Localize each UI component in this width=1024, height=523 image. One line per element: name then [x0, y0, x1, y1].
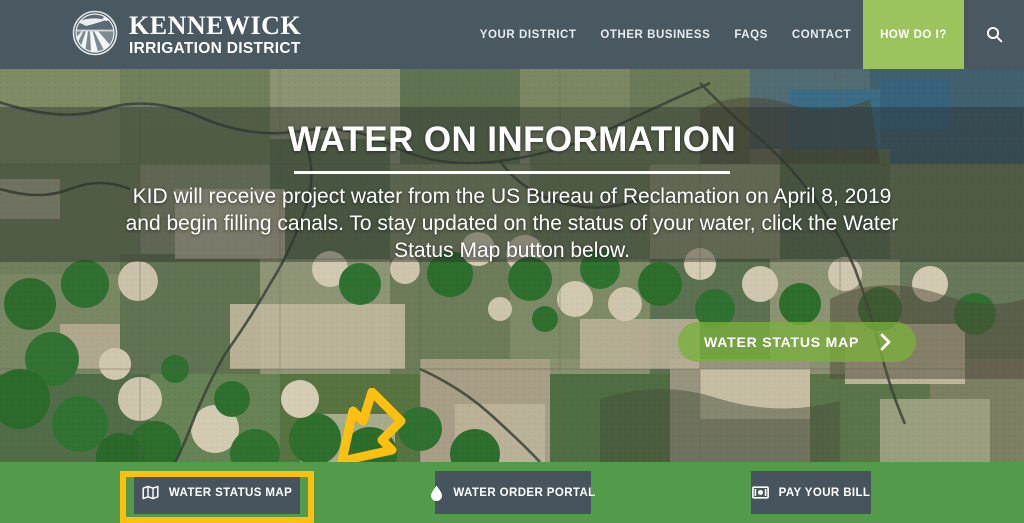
nav-item-contact[interactable]: CONTACT: [780, 0, 863, 69]
page-title: WATER ON INFORMATION: [287, 120, 737, 159]
nav-item-other-business[interactable]: OTHER BUSINESS: [588, 0, 722, 69]
chevron-right-icon: [879, 333, 892, 351]
nav-item-how-do-i[interactable]: HOW DO I?: [863, 0, 964, 69]
hero-section: WATER ON INFORMATION KID will receive pr…: [0, 69, 1024, 462]
hero-water-status-map-button[interactable]: WATER STATUS MAP: [678, 322, 917, 362]
page-root: KENNEWICK IRRIGATION DISTRICT YOUR DISTR…: [0, 0, 1024, 523]
hero-subtitle: KID will receive project water from the …: [125, 185, 899, 262]
title-divider: [294, 171, 730, 174]
water-order-portal-button[interactable]: WATER ORDER PORTAL: [431, 471, 595, 514]
nav-item-faqs[interactable]: FAQS: [722, 0, 780, 69]
nav-item-your-district[interactable]: YOUR DISTRICT: [468, 0, 589, 69]
irrigation-field-circle-logo-icon: [72, 10, 118, 61]
site-header: KENNEWICK IRRIGATION DISTRICT YOUR DISTR…: [0, 0, 1024, 69]
brand-name-primary: KENNEWICK: [129, 10, 302, 40]
pay-your-bill-label: PAY YOUR BILL: [778, 486, 871, 499]
water-drop-icon: [430, 485, 443, 501]
hero-cta-label: WATER STATUS MAP: [704, 334, 860, 350]
brand-name-secondary: IRRIGATION DISTRICT: [129, 39, 301, 57]
action-bar: WATER STATUS MAP WATER ORDER PORTAL PAY …: [0, 462, 1024, 523]
map-icon: [142, 485, 159, 500]
pay-your-bill-button[interactable]: PAY YOUR BILL: [751, 471, 871, 514]
brand-wordmark: KENNEWICK IRRIGATION DISTRICT: [129, 10, 302, 58]
brand-logo[interactable]: KENNEWICK IRRIGATION DISTRICT: [72, 7, 301, 63]
water-status-map-button[interactable]: WATER STATUS MAP: [134, 471, 300, 514]
main-navigation: YOUR DISTRICT OTHER BUSINESS FAQS CONTAC…: [468, 0, 1024, 69]
water-order-portal-label: WATER ORDER PORTAL: [453, 486, 596, 499]
water-status-map-label: WATER STATUS MAP: [168, 486, 293, 499]
money-bill-icon: [751, 486, 769, 499]
arrow-down-left-icon: [300, 387, 408, 471]
search-icon[interactable]: [964, 0, 1024, 69]
hero-content: WATER ON INFORMATION KID will receive pr…: [0, 107, 1024, 262]
